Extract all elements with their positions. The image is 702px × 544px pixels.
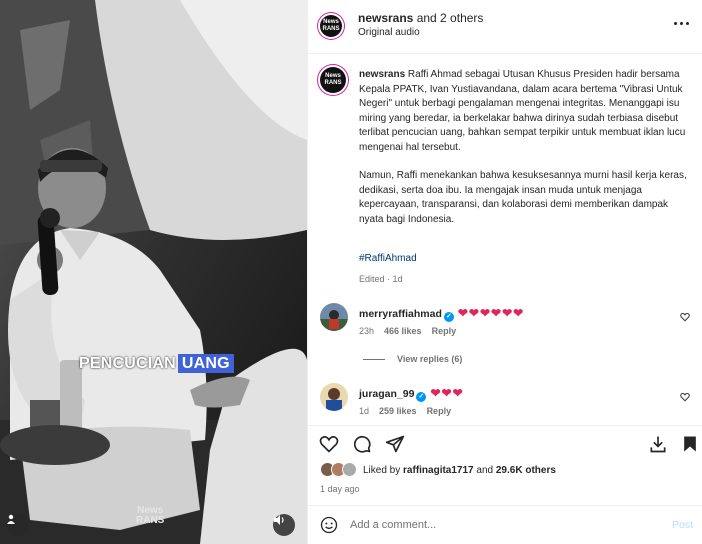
avatar-text: News RANS (322, 19, 340, 32)
post-video[interactable]: PENCUCIAN UANG News RANS (0, 0, 307, 544)
emoji-icon[interactable] (320, 516, 338, 534)
tagged-users-button[interactable] (6, 514, 28, 536)
comment-text: ❤❤❤ (430, 386, 464, 400)
caption-username-link[interactable]: newsrans (359, 69, 405, 80)
comment-time: 23h (359, 326, 375, 336)
avatar-text: News RANS (324, 73, 342, 86)
comment-username-link[interactable]: merryraffiahmad (359, 308, 442, 320)
comment-icon[interactable] (352, 434, 372, 454)
heart-icon[interactable] (319, 434, 339, 454)
comment-item: juragan_99 ✓ ❤❤❤ (359, 386, 464, 402)
comment-likes-link[interactable]: 259 likes (379, 406, 417, 416)
more-icon (679, 21, 683, 25)
heart-icon[interactable] (680, 392, 690, 402)
comment-time: 1d (359, 406, 370, 416)
comment-username-link[interactable]: juragan_99 (359, 388, 414, 400)
post-comment-button[interactable]: Post (672, 519, 693, 531)
video-frame (0, 0, 307, 544)
view-replies-button[interactable]: View replies (6) (363, 354, 462, 364)
bookmark-icon[interactable] (680, 434, 700, 454)
heart-icon[interactable] (680, 312, 690, 322)
liked-by-middle: and (473, 465, 496, 476)
profile-photo (320, 303, 348, 331)
author-username-link[interactable]: newsrans (358, 11, 413, 25)
reply-button[interactable]: Reply (432, 326, 457, 336)
post-header: News RANS newsrans and 2 others Original… (308, 0, 702, 54)
comment-text: ❤❤❤❤❤❤ (457, 306, 525, 320)
user-icon (7, 514, 15, 524)
post-caption: newsrans Raffi Ahmad sebagai Utusan Khus… (359, 68, 691, 241)
post-authors: newsrans and 2 others (358, 11, 483, 25)
caption-avatar[interactable]: News RANS (320, 67, 346, 93)
liked-by-user-link[interactable]: raffinagita1717 (403, 465, 474, 476)
hashtag-link[interactable]: #RaffiAhmad (359, 253, 417, 264)
view-replies-label: View replies (6) (397, 354, 463, 364)
profile-photo (320, 383, 348, 411)
speaker-icon (274, 515, 284, 525)
liked-by-prefix: Liked by (363, 465, 404, 476)
post-timestamp[interactable]: 1 day ago (320, 484, 360, 494)
avatar[interactable]: News RANS (320, 15, 342, 37)
edited-timestamp: Edited · 1d (359, 274, 403, 284)
caption-highlight-word: UANG (177, 354, 234, 373)
more-icon (685, 21, 689, 25)
caption-word: PENCUCIAN (79, 355, 176, 372)
likes-count-link[interactable]: 29.6K others (496, 465, 556, 476)
download-icon[interactable] (648, 434, 668, 454)
comment-meta: 23h 466 likes Reply (359, 326, 466, 336)
video-caption: PENCUCIAN UANG (79, 354, 234, 373)
reply-button[interactable]: Reply (427, 406, 452, 416)
watermark-logo: News RANS (136, 506, 164, 526)
send-icon[interactable] (385, 434, 405, 454)
more-options-button[interactable] (671, 16, 691, 30)
post-details-panel: News RANS newsrans and 2 others Original… (307, 0, 702, 544)
coauthors-link[interactable]: and 2 others (413, 11, 484, 25)
comment-likes-link[interactable]: 466 likes (384, 326, 422, 336)
audio-link[interactable]: Original audio (358, 27, 420, 38)
comment-input[interactable] (350, 515, 630, 535)
avatar[interactable] (320, 383, 348, 411)
liked-by-text: Liked by raffinagita1717 and 29.6K other… (363, 465, 556, 476)
divider (363, 359, 385, 361)
add-comment-bar: Post (308, 505, 702, 544)
action-bar (308, 425, 702, 457)
more-icon (673, 21, 677, 25)
comment-meta: 1d 259 likes Reply (359, 406, 461, 416)
comment-item: merryraffiahmad ✓ ❤❤❤❤❤❤ (359, 306, 524, 322)
watermark-line: RANS (136, 515, 165, 526)
mute-button[interactable] (273, 514, 295, 536)
avatar[interactable] (320, 303, 348, 331)
avatar (342, 462, 357, 477)
caption-paragraph: Raffi Ahmad sebagai Utusan Khusus Presid… (359, 69, 686, 153)
caption-paragraph: Namun, Raffi menekankan bahwa kesuksesan… (359, 170, 687, 225)
verified-badge-icon: ✓ (443, 312, 454, 322)
verified-badge-icon: ✓ (416, 392, 427, 402)
